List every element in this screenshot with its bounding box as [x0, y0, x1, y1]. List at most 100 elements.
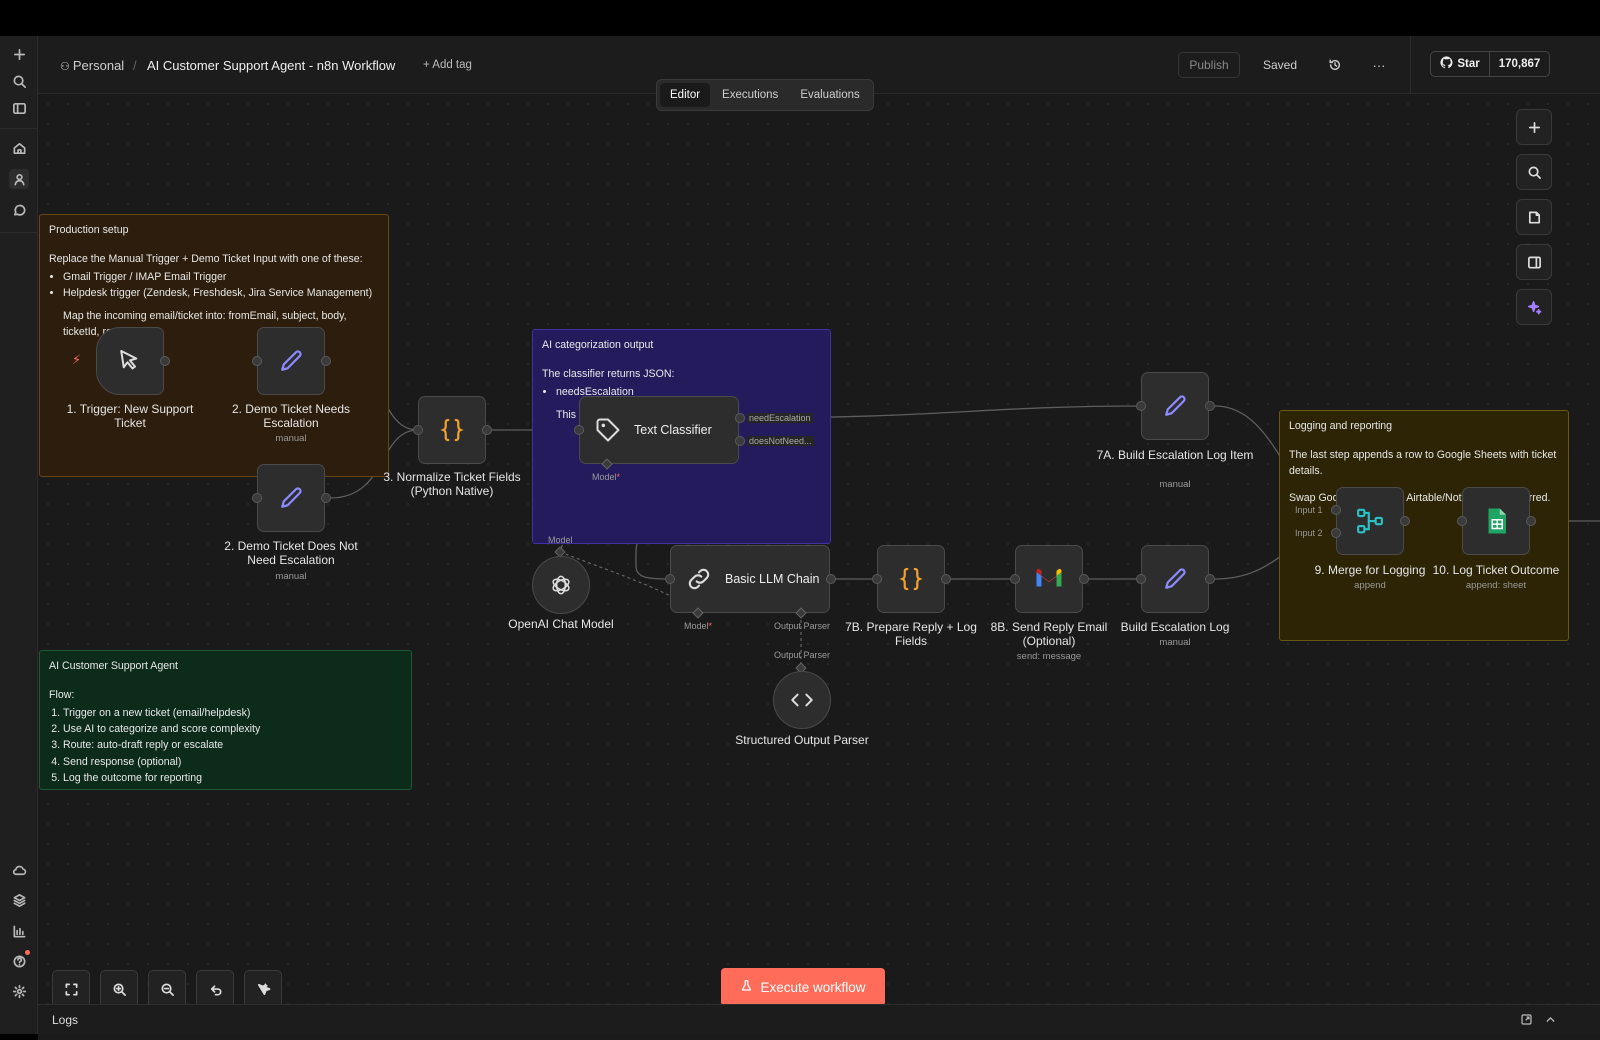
node-demo-no-escalation[interactable]	[257, 464, 325, 532]
node-text-classifier[interactable]: Text Classifier	[579, 396, 739, 464]
cursor-icon	[120, 350, 138, 370]
sticky-text: Flow:	[49, 689, 75, 702]
node-openai-chat-model[interactable]	[532, 556, 590, 614]
add-node-button[interactable]	[1516, 109, 1552, 145]
search-nodes-button[interactable]	[1516, 154, 1552, 190]
google-sheets-icon	[1488, 508, 1506, 534]
node-label: Basic LLM Chain	[725, 572, 820, 586]
workflow-canvas[interactable]: Production setup Replace the Manual Trig…	[38, 94, 1600, 1040]
templates-icon[interactable]	[9, 890, 29, 910]
flask-icon	[740, 979, 753, 995]
workflow-title[interactable]: AI Customer Support Agent - n8n Workflow	[147, 58, 395, 73]
toggle-panel-button[interactable]	[1516, 244, 1552, 280]
output-port[interactable]	[160, 356, 170, 366]
sticky-title: AI Customer Support Agent	[49, 660, 178, 672]
openai-icon	[552, 575, 570, 595]
zoom-in-button[interactable]	[100, 970, 138, 1008]
sticky-text: The classifier returns JSON:	[542, 368, 675, 381]
node-demo-escalation[interactable]	[257, 327, 325, 395]
github-star-label: Star	[1457, 58, 1480, 70]
breadcrumb-separator: /	[133, 58, 137, 73]
history-icon[interactable]	[1322, 52, 1348, 78]
output-port-does-not-need[interactable]	[735, 436, 745, 446]
node-build-escalation-log[interactable]	[1141, 545, 1209, 613]
input-port[interactable]	[252, 356, 262, 366]
node-subtitle: manual	[275, 571, 307, 582]
output-port[interactable]	[321, 356, 331, 366]
more-options-button[interactable]: ···	[1366, 52, 1392, 78]
node-basic-llm-chain[interactable]: Basic LLM Chain	[670, 545, 830, 613]
popout-icon[interactable]	[1520, 1013, 1534, 1027]
tag-icon	[596, 418, 620, 442]
add-icon[interactable]	[9, 44, 29, 64]
fit-view-button[interactable]	[52, 970, 90, 1008]
model-port-label: Model*	[684, 621, 713, 631]
node-merge-for-logging[interactable]	[1336, 487, 1404, 555]
personal-icon[interactable]	[9, 169, 29, 189]
insights-icon[interactable]	[9, 921, 29, 941]
node-build-escalation-log-item[interactable]	[1141, 372, 1209, 440]
input-port[interactable]	[1136, 401, 1146, 411]
sticky-ai-support-agent[interactable]: AI Customer Support Agent Flow: Trigger …	[39, 650, 412, 790]
sticky-text: Map the incoming email/ticket into: from…	[63, 310, 347, 338]
output-port[interactable]	[482, 425, 492, 435]
input-port[interactable]	[1010, 574, 1020, 584]
node-normalize[interactable]	[418, 396, 486, 464]
input-port[interactable]	[1136, 574, 1146, 584]
node-label: Build Escalation Log	[1120, 620, 1230, 634]
output-port[interactable]	[941, 574, 951, 584]
panel-toggle-icon[interactable]	[9, 98, 29, 118]
ai-assistant-button[interactable]	[1516, 289, 1552, 325]
publish-button[interactable]: Publish	[1178, 52, 1240, 78]
output-port[interactable]	[826, 574, 836, 584]
node-label: 1. Trigger: New Support Ticket	[66, 402, 194, 430]
output-port[interactable]	[1205, 574, 1215, 584]
zoom-out-button[interactable]	[148, 970, 186, 1008]
add-sticky-note-button[interactable]	[1516, 199, 1552, 235]
output-port[interactable]	[1205, 401, 1215, 411]
node-send-reply[interactable]	[1015, 545, 1083, 613]
output-port[interactable]	[1079, 574, 1089, 584]
input-port[interactable]	[252, 493, 262, 503]
pencil-icon	[281, 487, 302, 508]
output-port-need-escalation[interactable]	[735, 413, 745, 423]
output-port[interactable]	[1526, 516, 1536, 526]
node-trigger[interactable]	[96, 327, 164, 395]
tab-executions[interactable]: Executions	[712, 83, 788, 107]
logs-panel-bar[interactable]: Logs	[38, 1004, 1600, 1034]
input-port[interactable]	[413, 425, 423, 435]
tab-editor[interactable]: Editor	[660, 83, 711, 107]
pencil-icon	[1165, 568, 1186, 589]
breadcrumb-project[interactable]: ⚇ Personal	[60, 58, 124, 73]
input-port-2[interactable]	[1331, 528, 1341, 538]
output-port[interactable]	[321, 493, 331, 503]
node-label: 7A. Build Escalation Log Item	[1096, 448, 1254, 462]
node-structured-output-parser[interactable]	[773, 671, 831, 729]
settings-icon[interactable]	[9, 981, 29, 1001]
input-port[interactable]	[1457, 516, 1467, 526]
search-icon[interactable]	[9, 71, 29, 91]
logs-label: Logs	[52, 1013, 79, 1027]
input-port-1[interactable]	[1331, 505, 1341, 515]
sticky-title: AI categorization output	[542, 339, 654, 351]
input-port[interactable]	[574, 425, 584, 435]
github-star-count: 170,867	[1498, 58, 1541, 70]
input-port[interactable]	[665, 574, 675, 584]
output-port[interactable]	[1400, 516, 1410, 526]
node-log-ticket-outcome[interactable]	[1462, 487, 1530, 555]
home-icon[interactable]	[9, 138, 29, 158]
execute-workflow-button[interactable]: Execute workflow	[721, 968, 885, 1006]
input-port[interactable]	[872, 574, 882, 584]
chat-icon[interactable]	[9, 200, 29, 220]
chevron-up-icon[interactable]	[1544, 1013, 1558, 1027]
node-prepare-reply[interactable]	[877, 545, 945, 613]
undo-button[interactable]	[196, 970, 234, 1008]
sticky-text: The last step appends a row to Google Sh…	[1289, 449, 1557, 477]
tab-evaluations[interactable]: Evaluations	[790, 83, 869, 107]
add-tag-button[interactable]: + Add tag	[423, 59, 472, 71]
cloud-icon[interactable]	[9, 860, 29, 880]
parser-port-label: Output Parser	[774, 650, 831, 660]
tidy-up-button[interactable]	[244, 970, 282, 1008]
github-star-button[interactable]: Star 170,867	[1430, 51, 1550, 77]
node-label: 3. Normalize Ticket Fields (Python Nativ…	[383, 470, 521, 498]
